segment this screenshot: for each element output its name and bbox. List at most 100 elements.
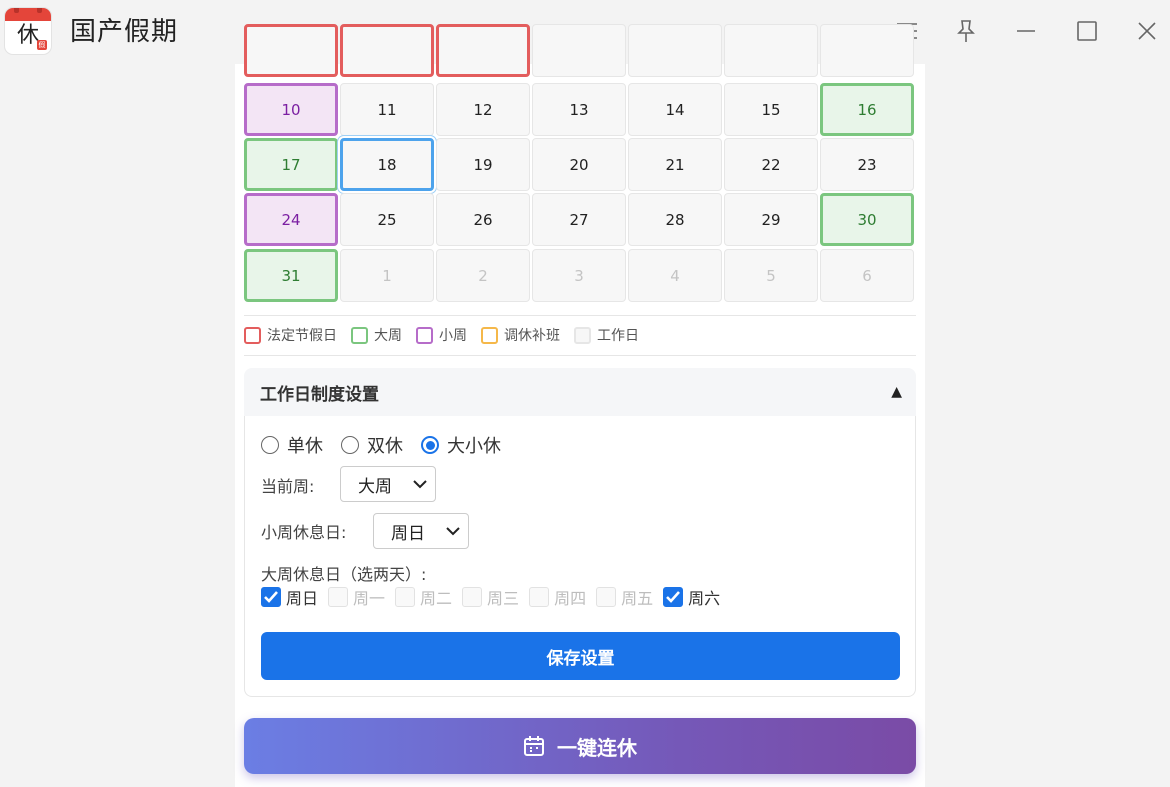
chevron-down-icon (413, 480, 427, 489)
calendar-day-cell[interactable]: 1 (340, 249, 434, 302)
calendar-icon (524, 736, 544, 756)
checkbox[interactable] (261, 587, 281, 607)
legend-label: 法定节假日 (267, 328, 337, 344)
small-week-rest-label: 小周休息日: (261, 523, 347, 542)
checkbox (395, 587, 416, 607)
calendar-day-cell[interactable] (340, 24, 434, 77)
divider (244, 355, 916, 356)
checkbox-label: 周六 (688, 589, 721, 608)
calendar-day-cell[interactable] (244, 24, 338, 77)
calendar-day-cell[interactable]: 10 (244, 83, 338, 136)
main-panel: 10 11 12 13 14 15 16 17 18 19 20 21 22 23 24 25 26 27 28 29… (235, 24, 925, 787)
maximize-icon[interactable] (1072, 16, 1102, 46)
calendar-day-cell[interactable]: 24 (244, 193, 338, 246)
calendar-day-cell[interactable]: 3 (532, 249, 626, 302)
mode-radio-option[interactable]: 单休 (261, 432, 323, 458)
weekday-checkbox-option[interactable]: 周六 (663, 585, 720, 609)
app-calendar-icon: 休 假 (5, 8, 51, 54)
radio-label: 大小休 (447, 436, 501, 457)
radio-button[interactable] (261, 436, 279, 454)
calendar-day-cell[interactable]: 18 (340, 138, 434, 191)
radio-button[interactable] (421, 436, 439, 454)
legend: 法定节假日 大周 小周 调休补班 工作日 (244, 326, 653, 344)
calendar-day-cell[interactable]: 11 (340, 83, 434, 136)
radio-label: 单休 (287, 436, 323, 457)
legend-swatch (244, 326, 261, 344)
legend-item: 调休补班 (481, 325, 560, 345)
close-icon[interactable] (1132, 16, 1162, 46)
mode-radio-option[interactable]: 双休 (341, 432, 403, 458)
checkbox-label: 周四 (554, 589, 587, 608)
collapse-caret-icon[interactable]: ▲ (891, 384, 902, 400)
mode-radio-group: 单休 双休 大小休 (261, 432, 519, 458)
weekday-checkbox-option: 周四 (529, 585, 586, 609)
weekday-checkbox-option: 周五 (596, 585, 653, 609)
legend-item: 小周 (416, 325, 467, 345)
calendar-day-cell[interactable]: 31 (244, 249, 338, 302)
radio-button[interactable] (341, 436, 359, 454)
divider (244, 315, 916, 316)
save-settings-button[interactable]: 保存设置 (261, 632, 900, 680)
legend-item: 工作日 (574, 325, 639, 345)
legend-label: 工作日 (597, 328, 639, 344)
radio-label: 双休 (367, 436, 403, 457)
legend-item: 大周 (351, 325, 402, 345)
big-week-day-checkboxes: 周日 周一 周二 周三 周四 周五 周六 (261, 585, 730, 609)
checkbox-label: 周日 (286, 589, 319, 608)
calendar-day-cell[interactable]: 2 (436, 249, 530, 302)
legend-label: 调休补班 (504, 328, 560, 344)
calendar-day-cell[interactable]: 16 (820, 83, 914, 136)
weekday-checkbox-option[interactable]: 周日 (261, 585, 318, 609)
calendar-day-cell[interactable]: 22 (724, 138, 818, 191)
calendar-day-cell[interactable] (628, 24, 722, 77)
calendar-day-cell[interactable]: 25 (340, 193, 434, 246)
calendar-day-cell[interactable]: 14 (628, 83, 722, 136)
calendar-day-cell[interactable]: 21 (628, 138, 722, 191)
check-icon (666, 591, 681, 603)
calendar-day-cell[interactable]: 20 (532, 138, 626, 191)
checkbox-label: 周一 (353, 589, 386, 608)
settings-header[interactable]: 工作日制度设置 ▲ (244, 368, 916, 416)
weekday-checkbox-option: 周二 (395, 585, 452, 609)
calendar-day-cell[interactable]: 26 (436, 193, 530, 246)
legend-label: 小周 (439, 328, 467, 344)
calendar-day-cell[interactable]: 17 (244, 138, 338, 191)
legend-label: 大周 (374, 328, 402, 344)
calendar-day-cell[interactable] (532, 24, 626, 77)
pin-icon[interactable] (951, 16, 981, 46)
calendar-day-cell[interactable]: 13 (532, 83, 626, 136)
checkbox (328, 587, 349, 607)
calendar-day-cell[interactable]: 6 (820, 249, 914, 302)
small-week-rest-select[interactable]: 周日 (373, 513, 469, 549)
checkbox[interactable] (663, 587, 684, 607)
big-week-rest-label: 大周休息日（选两天）: (261, 565, 427, 584)
checkbox (596, 587, 617, 607)
calendar-day-cell[interactable]: 12 (436, 83, 530, 136)
minimize-icon[interactable] (1011, 16, 1041, 46)
checkbox-label: 周三 (487, 589, 520, 608)
settings-title: 工作日制度设置 (260, 384, 379, 405)
calendar-day-cell[interactable]: 30 (820, 193, 914, 246)
current-week-select[interactable]: 大周 (340, 466, 436, 502)
weekday-checkbox-option: 周三 (462, 585, 519, 609)
weekday-checkbox-option: 周一 (328, 585, 385, 609)
calendar-day-cell[interactable] (820, 24, 914, 77)
calendar-day-cell[interactable]: 4 (628, 249, 722, 302)
legend-swatch (481, 326, 498, 344)
one-click-vacation-button[interactable]: 一键连休 (244, 718, 916, 774)
calendar-day-cell[interactable]: 28 (628, 193, 722, 246)
current-week-label: 当前周: (261, 477, 315, 496)
checkbox-label: 周五 (621, 589, 654, 608)
mode-radio-option[interactable]: 大小休 (421, 432, 501, 458)
calendar-day-cell[interactable]: 19 (436, 138, 530, 191)
calendar-day-cell[interactable]: 27 (532, 193, 626, 246)
chevron-down-icon (446, 527, 460, 536)
calendar-day-cell[interactable]: 29 (724, 193, 818, 246)
calendar-day-cell[interactable]: 15 (724, 83, 818, 136)
calendar-day-cell[interactable] (436, 24, 530, 77)
calendar-day-cell[interactable]: 5 (724, 249, 818, 302)
calendar-day-cell[interactable]: 23 (820, 138, 914, 191)
settings-body: 单休 双休 大小休 当前周: 大周 小周休息日: 周日 大周休息日（选两天）: 周日… (244, 416, 916, 697)
calendar-day-cell[interactable] (724, 24, 818, 77)
checkbox (529, 587, 550, 607)
